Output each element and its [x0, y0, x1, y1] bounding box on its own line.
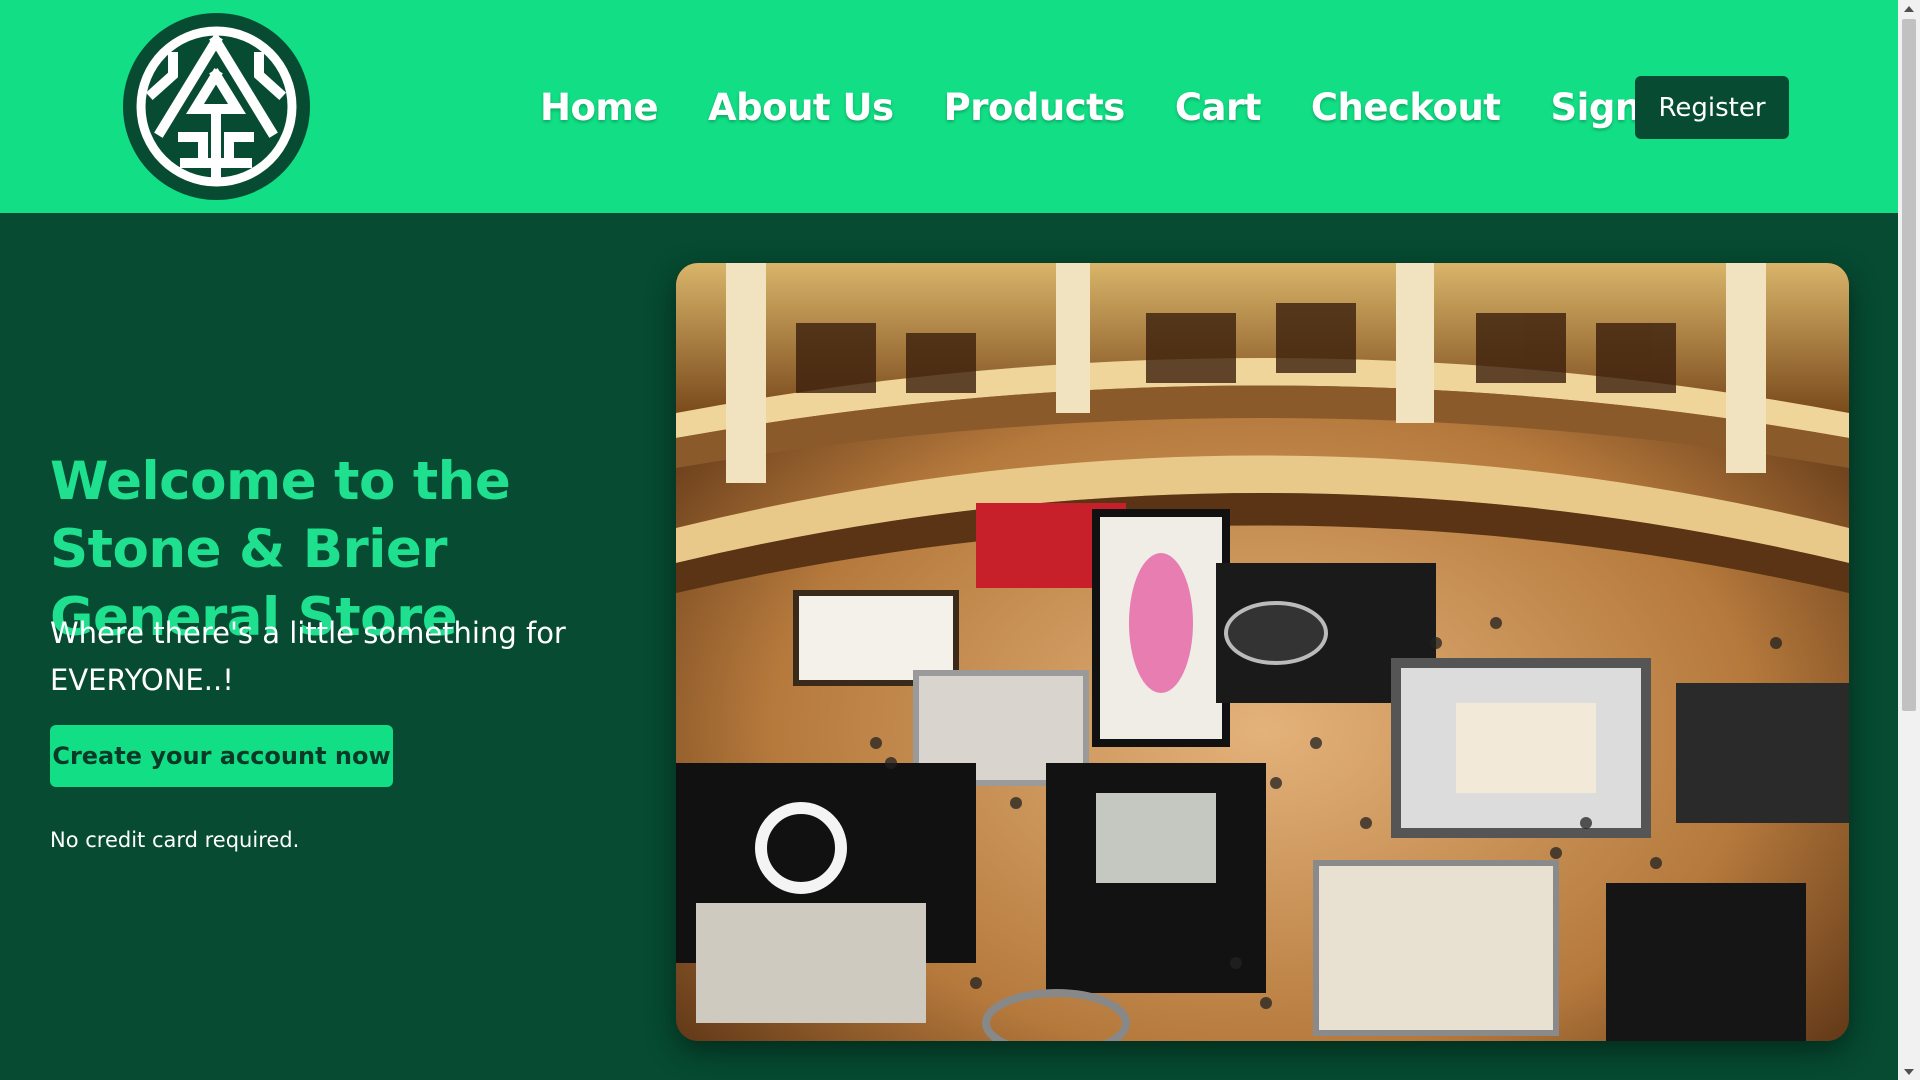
hero-subtitle: Where there's a little something for EVE… [50, 616, 566, 697]
nav-link-cart[interactable]: Cart [1175, 76, 1262, 140]
page: Home About Us Products Cart Checkout Sig… [0, 0, 1920, 1080]
main-navigation: Home About Us Products Cart Checkout Sig… [540, 76, 1695, 140]
nav-link-checkout[interactable]: Checkout [1311, 76, 1501, 140]
nav-link-products[interactable]: Products [944, 76, 1126, 140]
create-account-button[interactable]: Create your account now [50, 725, 393, 787]
site-header: Home About Us Products Cart Checkout Sig… [0, 0, 1898, 213]
nav-link-home[interactable]: Home [540, 76, 659, 140]
nav-link-about-us[interactable]: About Us [708, 76, 894, 140]
register-button[interactable]: Register [1635, 76, 1789, 139]
department-store-image [676, 263, 1849, 1041]
store-logo-icon[interactable] [123, 13, 310, 200]
no-credit-card-note: No credit card required. [50, 828, 300, 852]
